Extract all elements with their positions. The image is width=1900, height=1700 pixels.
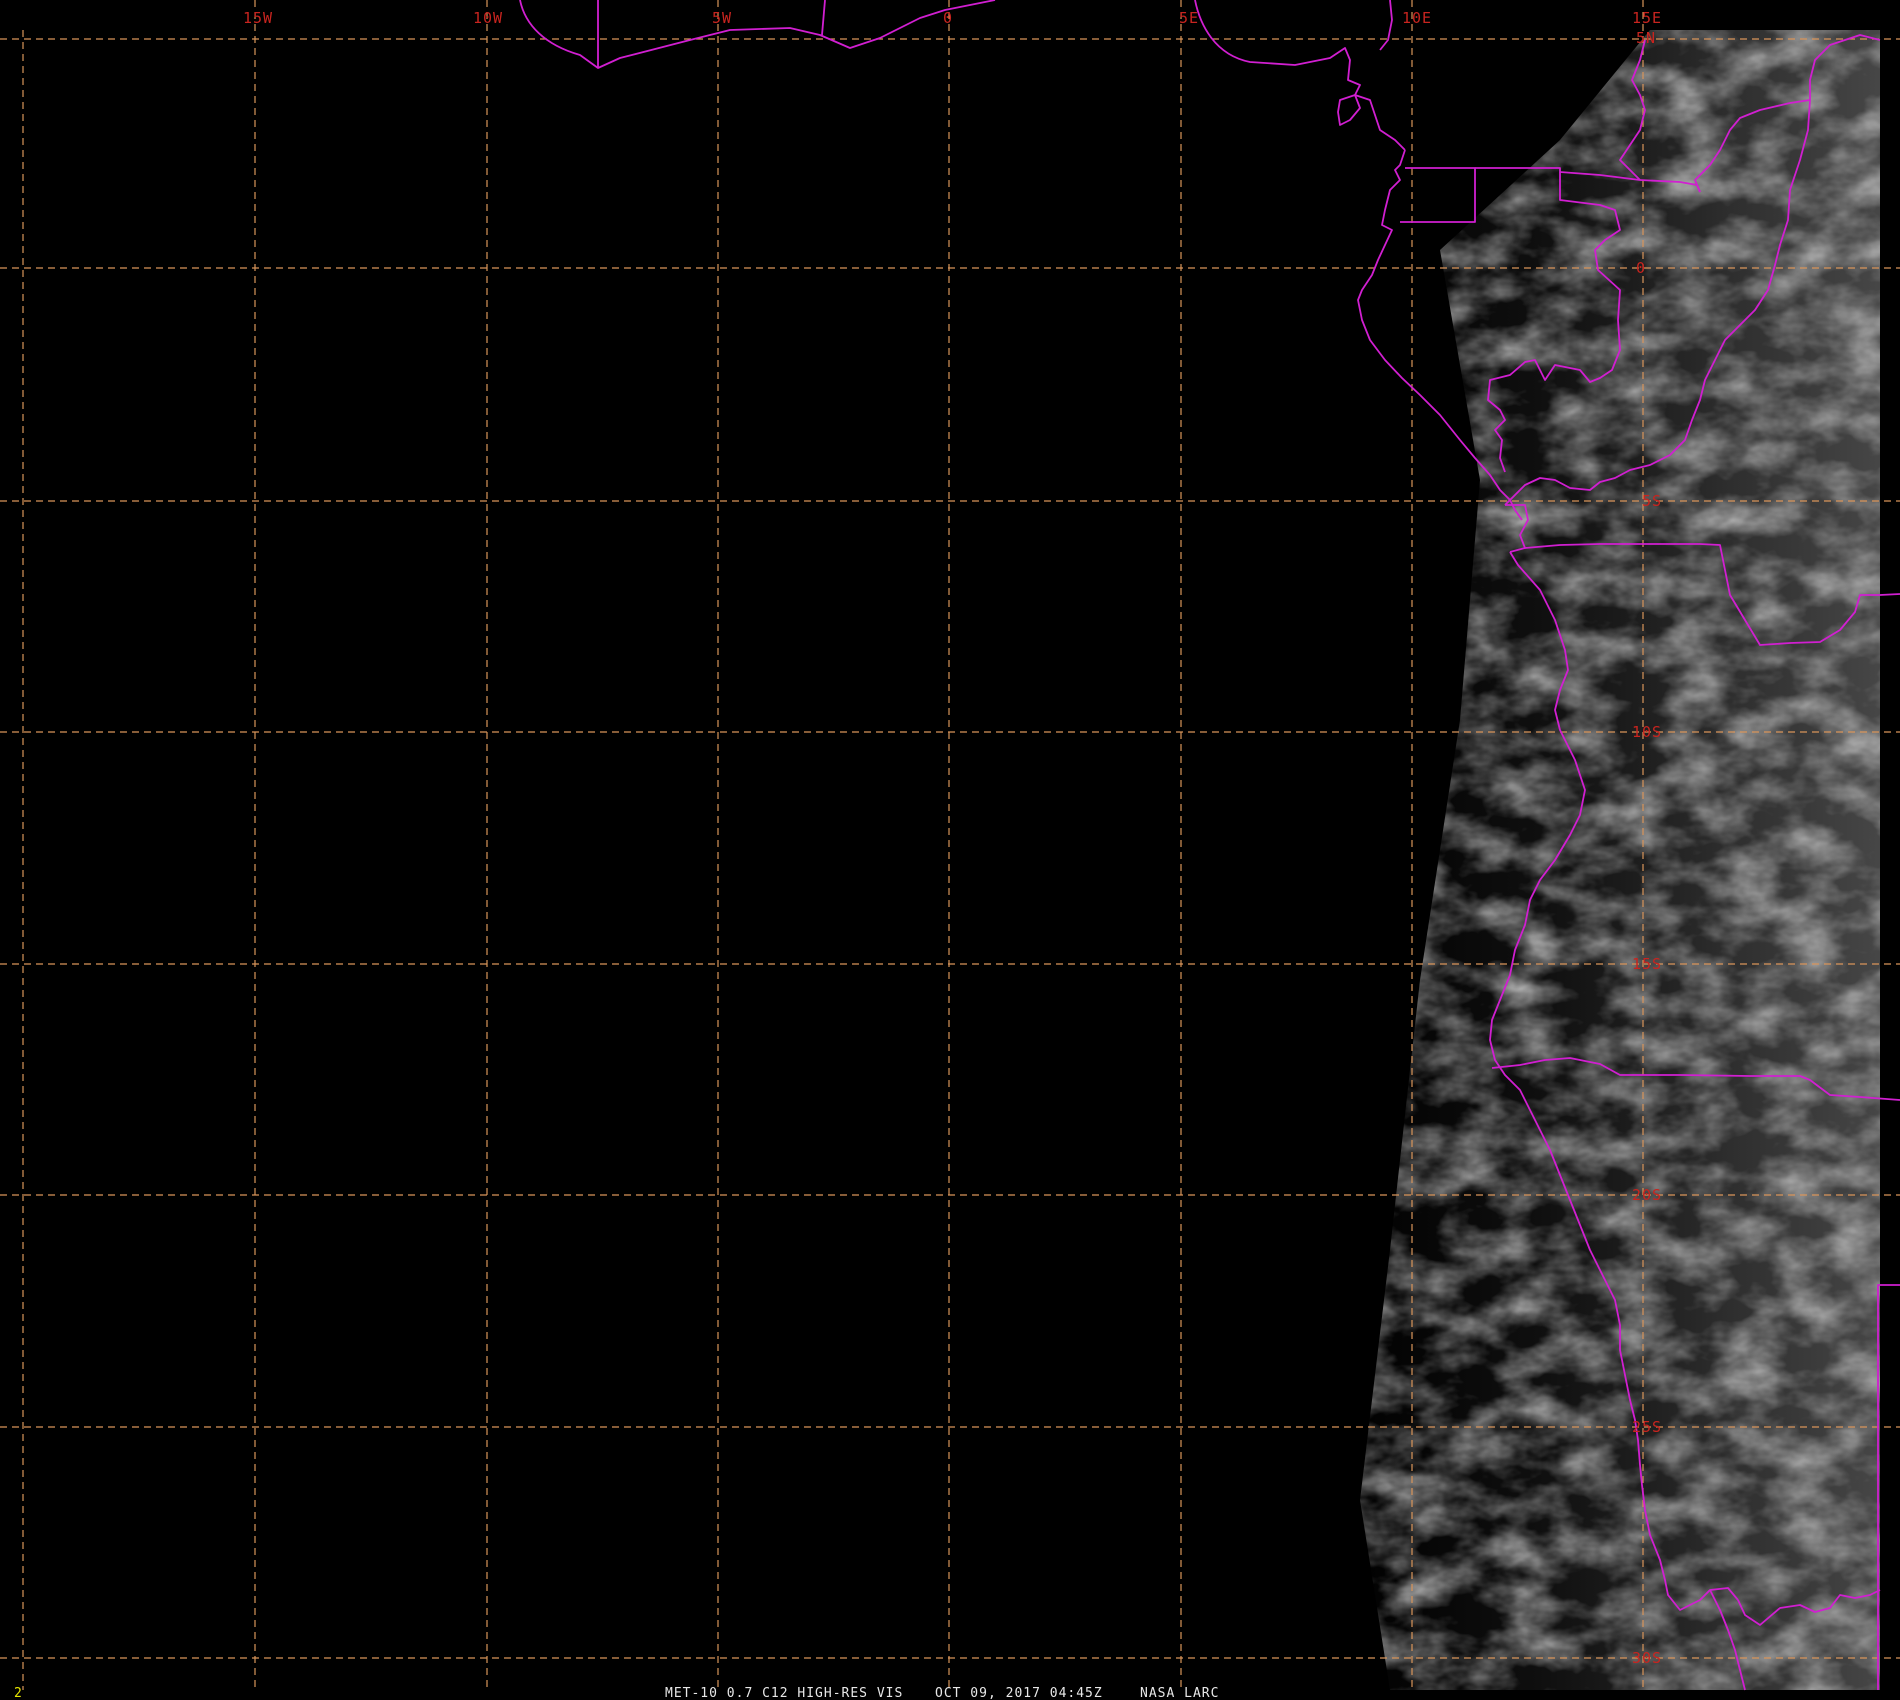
lat-label-10s: 10S: [1632, 723, 1662, 741]
lon-label-0: 0: [943, 9, 953, 27]
caption-datetime: OCT 09, 2017 04:45Z: [935, 1686, 1103, 1700]
lon-label-5w: 5W: [712, 9, 732, 27]
lat-label-25s: 25S: [1632, 1418, 1662, 1436]
lon-label-10w: 10W: [473, 9, 503, 27]
daylight-imagery: [1360, 0, 1900, 1700]
lat-label-5n: 5N: [1636, 29, 1656, 47]
bioko-island: [1337, 94, 1361, 126]
lon-label-10e: 10E: [1402, 9, 1432, 27]
lat-label-30s: 30S: [1632, 1649, 1662, 1667]
lat-label-0: 0: [1636, 259, 1646, 277]
lon-label-5e: 5E: [1179, 9, 1199, 27]
border-rio-muni: [1400, 167, 1476, 223]
lat-label-5s: 5S: [1642, 492, 1662, 510]
lon-label-15e: 15E: [1632, 9, 1662, 27]
lat-label-20s: 20S: [1632, 1186, 1662, 1204]
satellite-map: 15W 10W 5W 0 5E 10E 15E 5N 0 5S 10S 15S …: [0, 0, 1900, 1700]
lon-label-15w: 15W: [243, 9, 273, 27]
caption-source: NASA LARC: [1140, 1686, 1219, 1700]
frame-number: 2: [14, 1686, 22, 1700]
west-africa-coastline: [519, 0, 996, 69]
border-nigeria-cameroon: [1379, 0, 1393, 51]
image-caption: MET-10 0.7 C12 HIGH-RES VIS OCT 09, 2017…: [665, 1686, 1219, 1700]
caption-satellite: MET-10 0.7 C12 HIGH-RES VIS: [665, 1686, 903, 1700]
border-ivory-ghana: [821, 0, 826, 36]
longitude-labels: 15W 10W 5W 0 5E 10E 15E: [243, 9, 1662, 27]
nigeria-coast: [1194, 0, 1406, 151]
lat-label-15s: 15S: [1632, 955, 1662, 973]
